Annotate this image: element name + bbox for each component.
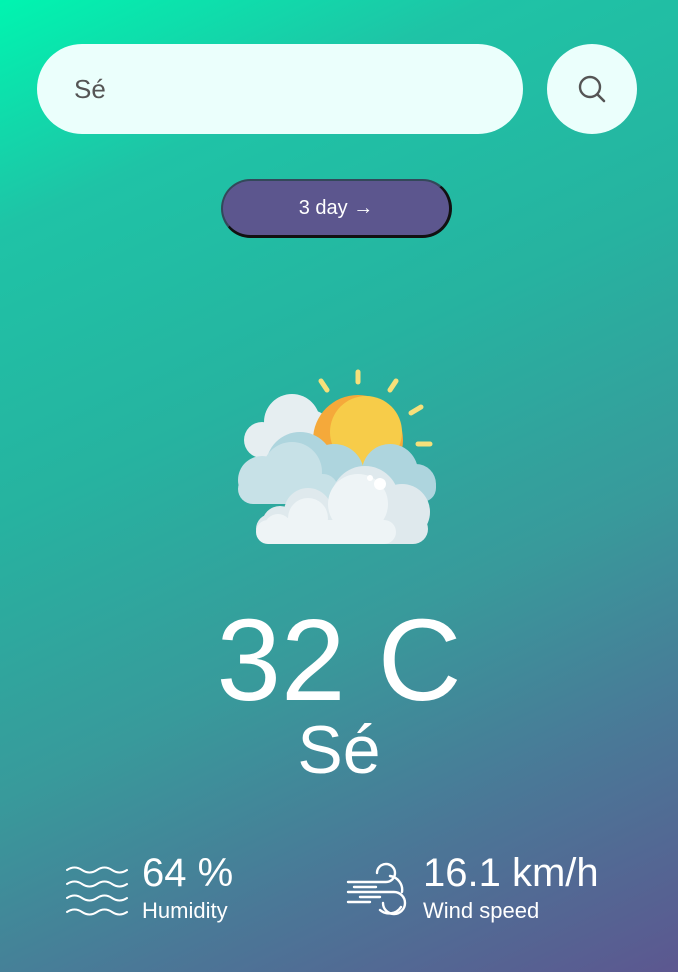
humidity-label: Humidity (142, 898, 228, 923)
partly-cloudy-sun-icon (238, 369, 436, 544)
wind-speed-label: Wind speed (423, 898, 540, 923)
city-search-input[interactable] (37, 44, 523, 134)
humidity-value: 64 % (142, 851, 234, 895)
wind-stat: 16.1 km/h Wind speed (346, 850, 646, 930)
city-name: Sé (297, 712, 381, 788)
humidity-stat: 64 % Humidity (66, 850, 306, 930)
wind-speed-value: 16.1 km/h (423, 851, 599, 895)
search-bar (37, 44, 637, 134)
wind-icon (346, 862, 407, 916)
search-button[interactable] (547, 44, 637, 134)
three-day-forecast-button[interactable]: 3 day → (221, 179, 452, 238)
water-waves-icon (66, 866, 128, 916)
search-icon (578, 75, 606, 103)
temperature-value: 32 C (216, 595, 462, 725)
